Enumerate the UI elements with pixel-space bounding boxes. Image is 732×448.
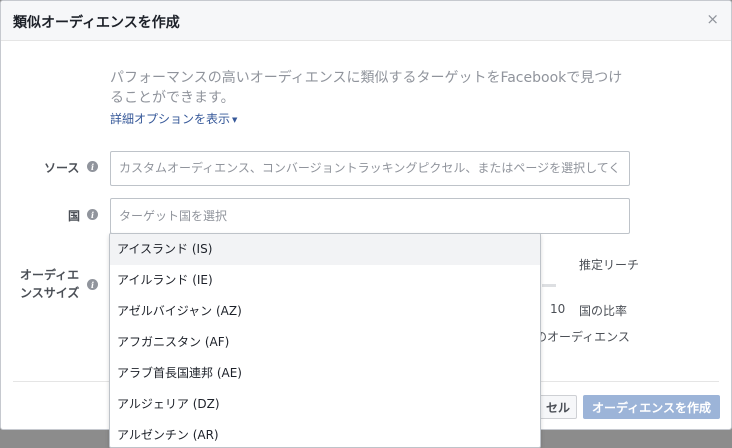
audience-size-label-line-1: オーディエ: [20, 268, 80, 282]
source-placeholder: カスタムオーディエンス、コンバージョントラッキングピクセル、またはページを選択し…: [119, 161, 621, 175]
country-option[interactable]: アイスランド (IS): [110, 234, 540, 265]
audience-partial-label: のオーディエンス: [535, 330, 630, 344]
show-advanced-options-link[interactable]: 詳細オプションを表示 ▼: [110, 110, 237, 127]
create-audience-button-label: オーディエンスを作成: [592, 400, 711, 415]
description-line-2: ることができます。: [110, 90, 235, 106]
country-option[interactable]: アルジェリア (DZ): [110, 389, 540, 420]
create-audience-button[interactable]: オーディエンスを作成: [583, 395, 720, 419]
country-option[interactable]: アイルランド (IE): [110, 265, 540, 296]
description-text: パフォーマンスの高いオーディエンスに類似するターゲットをFacebookで見つけ…: [110, 68, 640, 108]
country-option[interactable]: アラブ首長国連邦 (AE): [110, 358, 540, 389]
dialog-title: 類似オーディエンスを作成: [13, 15, 180, 31]
country-ratio-label: 国の比率: [579, 304, 628, 318]
country-placeholder: ターゲット国を選択: [119, 209, 228, 223]
source-label-text: ソース: [44, 161, 80, 175]
country-option[interactable]: アゼルバイジャン (AZ): [110, 296, 540, 327]
country-info-icon[interactable]: i: [87, 209, 98, 220]
country-option[interactable]: アフガニスタン (AF): [110, 327, 540, 358]
advanced-options-label: 詳細オプションを表示: [110, 112, 231, 126]
audience-size-label-line-2: ンスサイズ: [20, 286, 80, 300]
country-label: 国: [68, 207, 80, 224]
audience-size-slider-track[interactable]: [542, 284, 556, 287]
country-dropdown-list[interactable]: アイスランド (IS) アイルランド (IE) アゼルバイジャン (AZ) アフ…: [109, 233, 541, 448]
close-icon[interactable]: ×: [706, 12, 719, 27]
audience-size-label: オーディエ ンスサイズ: [20, 266, 79, 302]
audience-size-info-icon[interactable]: i: [87, 279, 98, 290]
cancel-button-label: セル: [545, 400, 570, 415]
estimated-reach-label: 推定リーチ: [579, 258, 640, 272]
country-input[interactable]: ターゲット国を選択: [110, 198, 630, 234]
country-option[interactable]: アルゼンチン (AR): [110, 420, 540, 447]
chevron-down-icon: ▼: [232, 115, 238, 124]
dialog-header: 類似オーディエンスを作成 ×: [1, 1, 731, 41]
description-line-1: パフォーマンスの高いオーディエンスに類似するターゲットをFacebookで見つけ: [110, 70, 623, 86]
source-input[interactable]: カスタムオーディエンス、コンバージョントラッキングピクセル、またはページを選択し…: [110, 151, 630, 186]
source-label: ソース: [44, 159, 79, 176]
scale-value: 10: [550, 302, 566, 316]
country-label-text: 国: [68, 209, 81, 223]
source-info-icon[interactable]: i: [87, 161, 98, 172]
